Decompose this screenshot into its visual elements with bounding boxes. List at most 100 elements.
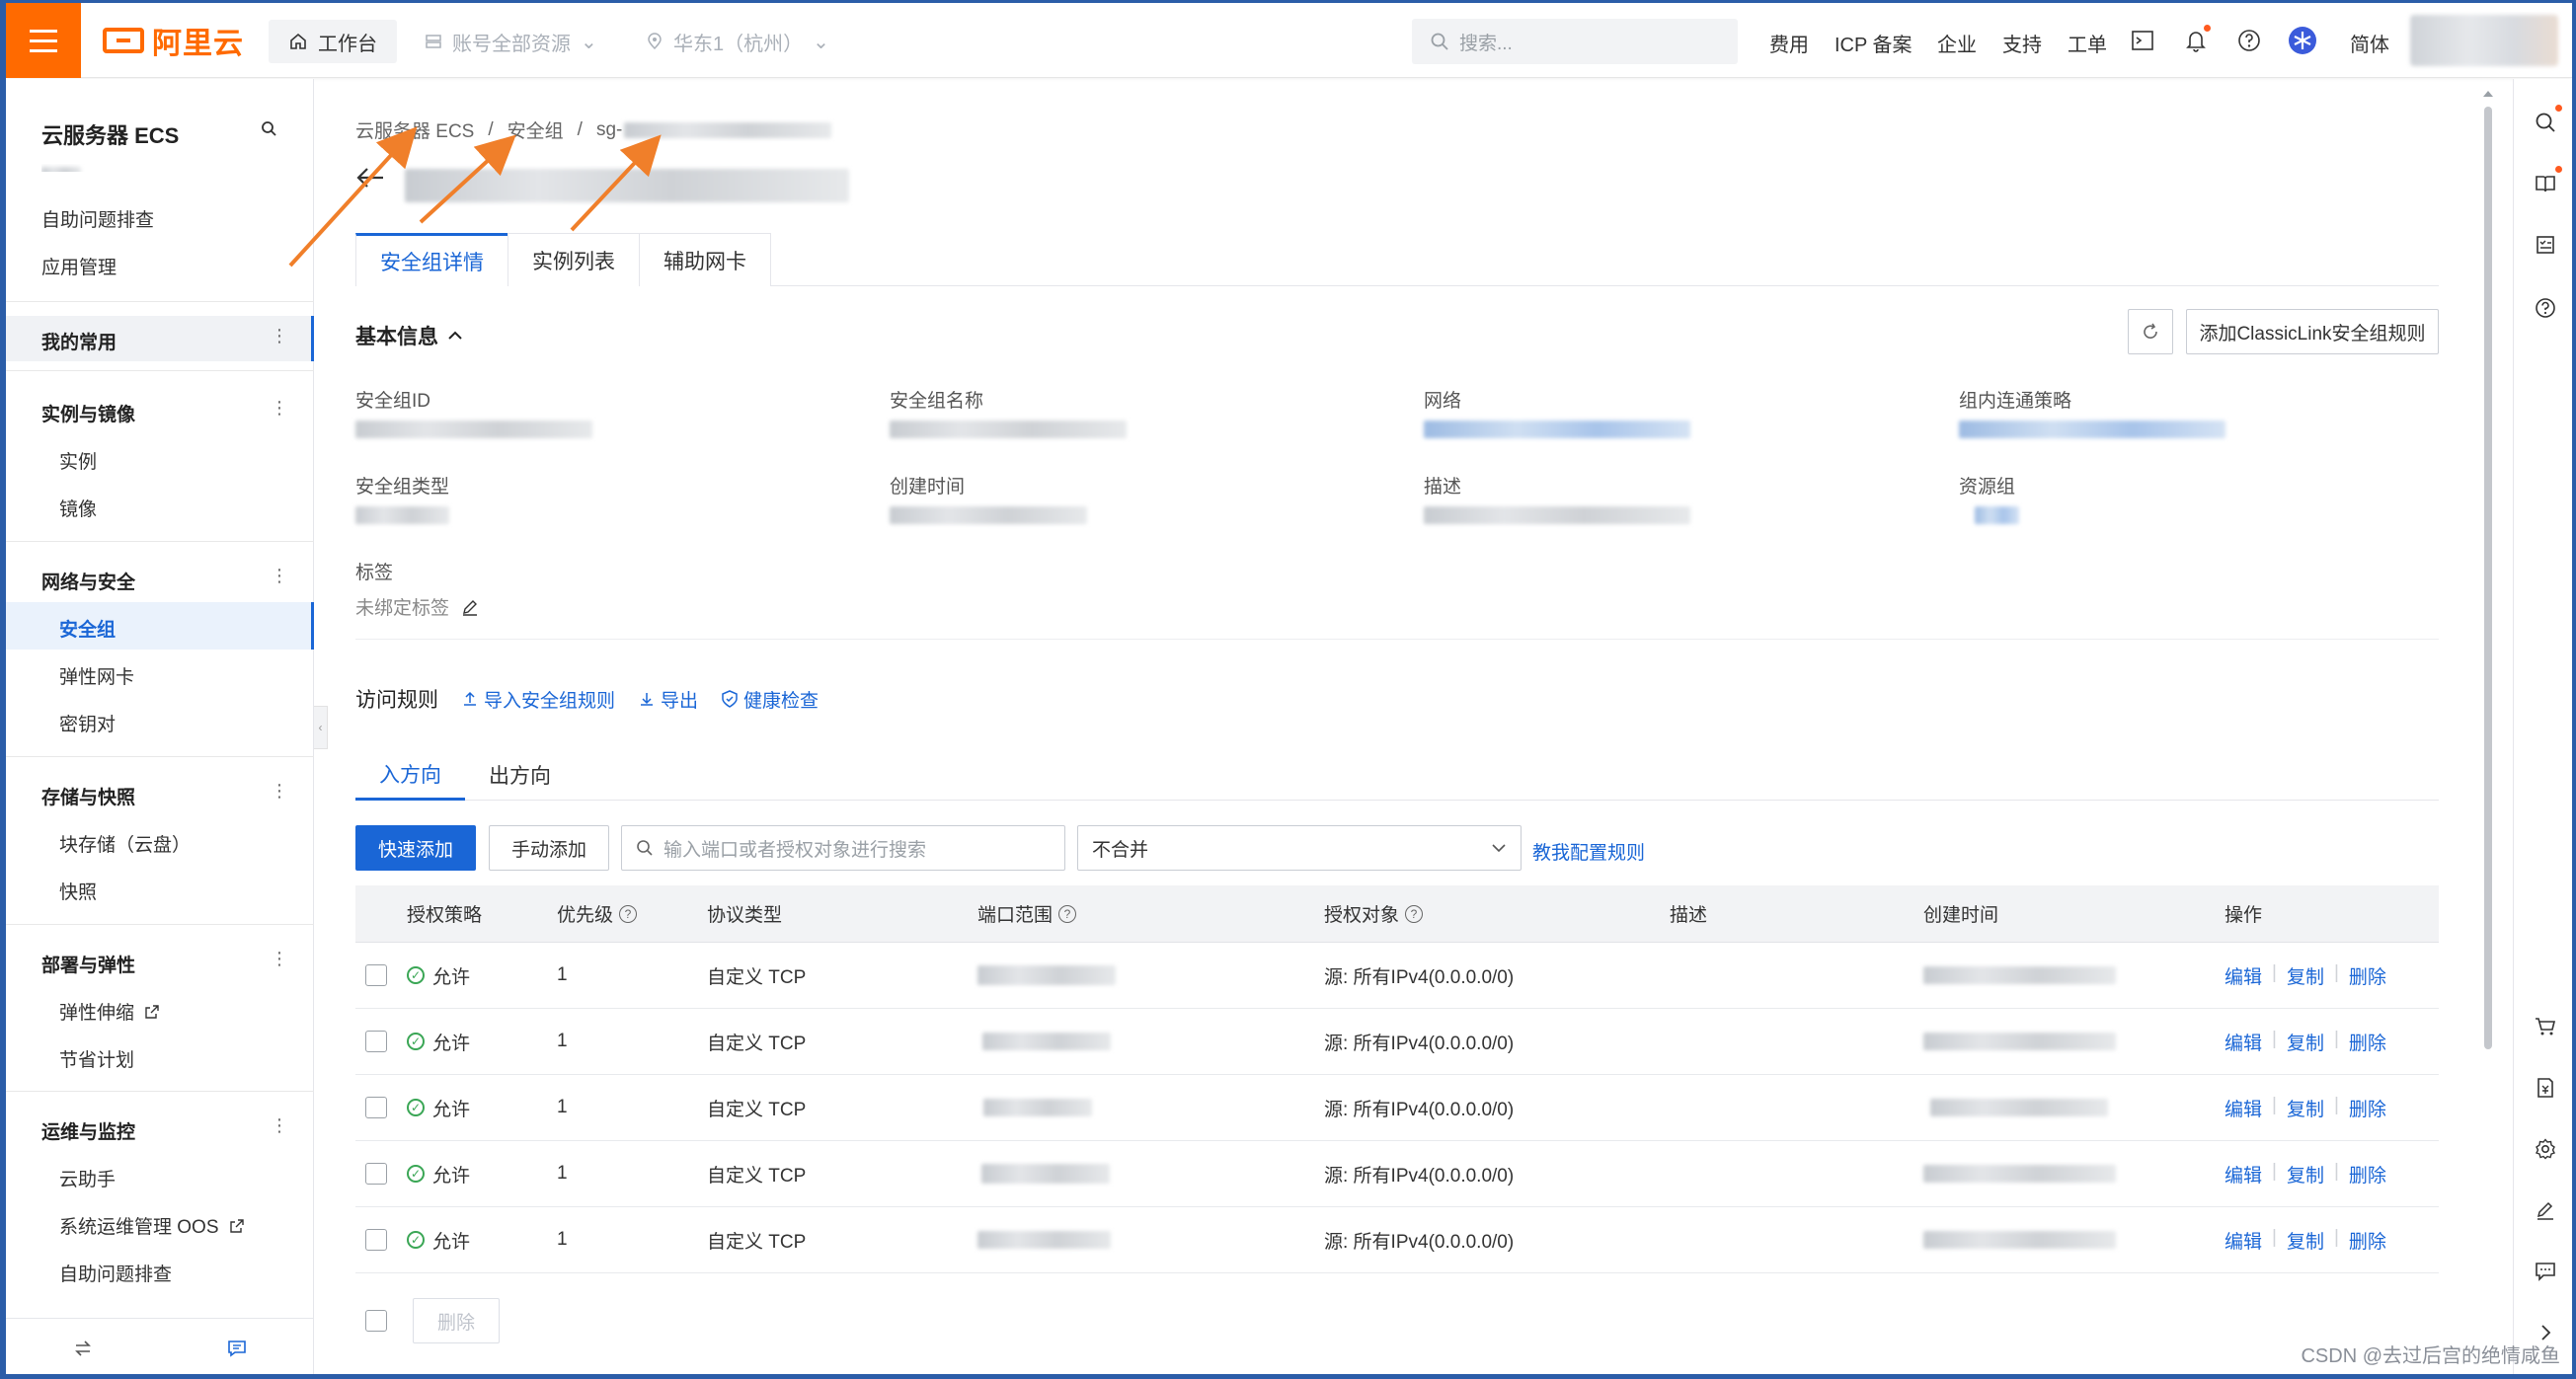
sidebar-item-security-group[interactable]: 安全组 [59, 615, 116, 642]
export-link[interactable]: 导出 [639, 686, 698, 713]
help-icon[interactable]: ? [1058, 904, 1077, 923]
copy-link[interactable]: 复制 [2287, 962, 2324, 989]
sidebar-item-app-management[interactable]: 应用管理 [41, 253, 117, 279]
more-icon[interactable]: ⋮ [271, 949, 288, 969]
switch-icon[interactable] [73, 1340, 93, 1357]
row-checkbox[interactable] [365, 1097, 387, 1118]
delete-link[interactable]: 删除 [2349, 1095, 2386, 1121]
sidebar-item-image[interactable]: 镜像 [59, 495, 97, 521]
cart-icon[interactable] [2530, 1011, 2561, 1042]
basic-info-header[interactable]: 基本信息 [355, 321, 462, 350]
bell-icon[interactable] [2180, 25, 2212, 56]
tab-security-group-details[interactable]: 安全组详情 [355, 233, 508, 286]
nav-link-enterprise[interactable]: 企业 [1937, 29, 1977, 57]
help-icon[interactable] [2530, 292, 2561, 324]
sidebar-item-autoscaling[interactable]: 弹性伸缩 [59, 998, 160, 1025]
help-icon[interactable] [2233, 25, 2265, 56]
ai-assistant-icon[interactable] [2287, 25, 2318, 56]
more-icon[interactable]: ⋮ [271, 781, 288, 802]
import-rules-link[interactable]: 导入安全组规则 [462, 686, 615, 713]
field-value-intra-policy[interactable] [1959, 421, 2225, 438]
sidebar-search-icon[interactable] [261, 120, 276, 136]
sidebar-group-ops[interactable]: 运维与监控 [41, 1117, 135, 1144]
edit-link[interactable]: 编辑 [2225, 1161, 2262, 1187]
breadcrumb-security-group[interactable]: 安全组 [507, 116, 564, 143]
global-search-input[interactable]: 搜索... [1412, 19, 1738, 64]
delete-link[interactable]: 删除 [2349, 1227, 2386, 1254]
quick-add-button[interactable]: 快速添加 [355, 825, 476, 871]
settings-icon[interactable] [2530, 1133, 2561, 1165]
sidebar-group-network[interactable]: 网络与安全 [41, 568, 135, 594]
copy-link[interactable]: 复制 [2287, 1029, 2324, 1055]
docs-icon[interactable] [2530, 166, 2562, 199]
main-scrollbar[interactable] [2482, 89, 2494, 1056]
more-icon[interactable]: ⋮ [271, 566, 288, 586]
nav-link-icp[interactable]: ICP 备案 [1834, 29, 1912, 57]
user-account-avatar[interactable] [2410, 15, 2558, 66]
row-checkbox[interactable] [365, 964, 387, 986]
sidebar-group-instances[interactable]: 实例与镜像 [41, 400, 135, 426]
field-value-network[interactable] [1424, 421, 1690, 438]
copy-link[interactable]: 复制 [2287, 1161, 2324, 1187]
copy-link[interactable]: 复制 [2287, 1095, 2324, 1121]
teach-config-link[interactable]: 教我配置规则 [1532, 838, 1645, 865]
sidebar-item-troubleshoot[interactable]: 自助问题排查 [59, 1260, 172, 1286]
health-check-link[interactable]: 健康检查 [722, 686, 819, 713]
tab-instance-list[interactable]: 实例列表 [507, 233, 640, 286]
sidebar-item-keypair[interactable]: 密钥对 [59, 710, 116, 736]
rules-search-input[interactable]: 输入端口或者授权对象进行搜索 [621, 825, 1065, 871]
resource-selector[interactable]: 账号全部资源 ⌄ [425, 20, 597, 63]
scrollbar-thumb[interactable] [2484, 107, 2492, 1049]
more-icon[interactable]: ⋮ [271, 326, 288, 346]
aliyun-logo[interactable]: 阿里云 [103, 21, 244, 60]
chat-icon[interactable] [2530, 1256, 2561, 1287]
sidebar-item-savings-plan[interactable]: 节省计划 [59, 1045, 134, 1072]
sidebar-item-oos[interactable]: 系统运维管理 OOS [59, 1212, 245, 1239]
more-icon[interactable]: ⋮ [271, 398, 288, 419]
edit-link[interactable]: 编辑 [2225, 1029, 2262, 1055]
row-checkbox[interactable] [365, 1163, 387, 1185]
batch-delete-button[interactable]: 删除 [413, 1298, 500, 1343]
help-icon[interactable]: ? [619, 904, 638, 923]
feedback-icon[interactable] [227, 1340, 247, 1357]
sidebar-group-deploy[interactable]: 部署与弹性 [41, 951, 135, 977]
search-icon[interactable] [2530, 105, 2562, 138]
tab-inbound[interactable]: 入方向 [355, 749, 465, 801]
menu-button[interactable] [6, 3, 81, 78]
language-switch[interactable]: 简体 [2350, 29, 2389, 57]
sidebar-group-storage[interactable]: 存储与快照 [41, 783, 135, 809]
help-icon[interactable]: ? [1405, 904, 1424, 923]
delete-link[interactable]: 删除 [2349, 962, 2386, 989]
nav-link-fees[interactable]: 费用 [1769, 29, 1809, 57]
sidebar-item-disk[interactable]: 块存储（云盘） [59, 830, 191, 857]
edit-link[interactable]: 编辑 [2225, 962, 2262, 989]
workbench-button[interactable]: 工作台 [269, 20, 397, 63]
nav-link-ticket[interactable]: 工单 [2068, 29, 2107, 57]
checklist-icon[interactable] [2530, 229, 2561, 261]
sidebar-item-instance[interactable]: 实例 [59, 447, 97, 474]
breadcrumb-ecs[interactable]: 云服务器 ECS [355, 116, 474, 143]
tab-outbound[interactable]: 出方向 [465, 749, 575, 801]
billing-icon[interactable] [2530, 1072, 2561, 1104]
region-selector[interactable]: 华东1（杭州） ⌄ [646, 20, 829, 63]
row-checkbox[interactable] [365, 1031, 387, 1052]
edit-icon[interactable] [461, 598, 479, 616]
merge-select[interactable]: 不合并 [1077, 825, 1522, 871]
manual-add-button[interactable]: 手动添加 [489, 825, 609, 871]
row-checkbox[interactable] [365, 1229, 387, 1251]
edit-link[interactable]: 编辑 [2225, 1227, 2262, 1254]
field-value-resource-group[interactable] [1975, 506, 2019, 524]
sidebar-collapse-toggle[interactable]: ‹ [314, 706, 328, 749]
nav-link-support[interactable]: 支持 [2002, 29, 2042, 57]
sidebar-item-self-troubleshoot[interactable]: 自助问题排查 [41, 205, 154, 232]
sidebar-group-favorites[interactable]: 我的常用 [41, 328, 117, 354]
edit-icon[interactable] [2530, 1194, 2561, 1226]
sidebar-item-snapshot[interactable]: 快照 [59, 878, 97, 904]
tab-secondary-eni[interactable]: 辅助网卡 [639, 233, 771, 286]
delete-link[interactable]: 删除 [2349, 1161, 2386, 1187]
more-icon[interactable]: ⋮ [271, 1115, 288, 1136]
copy-link[interactable]: 复制 [2287, 1227, 2324, 1254]
delete-link[interactable]: 删除 [2349, 1029, 2386, 1055]
sidebar-item-cloud-assistant[interactable]: 云助手 [59, 1165, 116, 1191]
back-arrow-icon[interactable] [355, 166, 385, 190]
